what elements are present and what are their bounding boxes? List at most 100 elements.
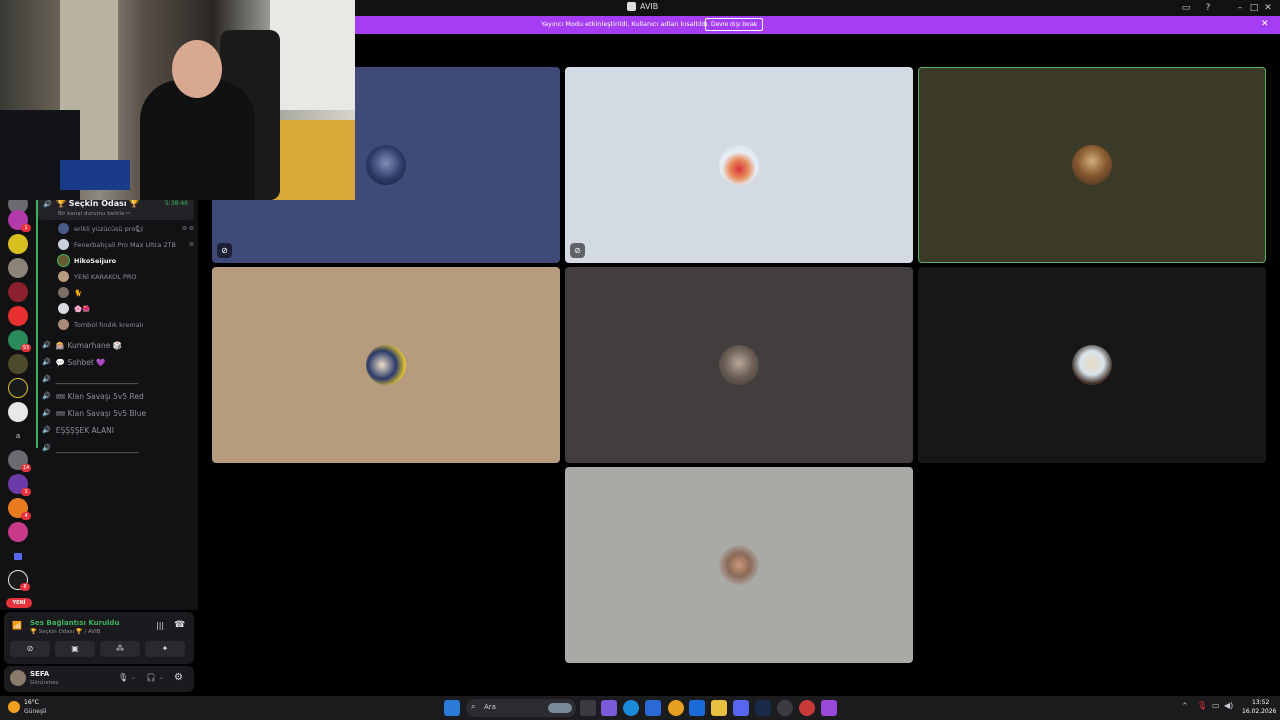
store-icon[interactable] (645, 700, 661, 716)
new-badge[interactable]: YENİ (6, 598, 32, 608)
chrome-icon[interactable] (668, 700, 684, 716)
server-icon[interactable]: 1 (8, 210, 31, 232)
folder-icon[interactable] (8, 546, 28, 566)
unread-badge: 1 (21, 224, 31, 232)
chevron-down-icon[interactable]: ⌄ (131, 674, 136, 681)
unread-badge: 93 (21, 344, 31, 352)
voice-member[interactable]: YENİ KARAKOL PRO (58, 270, 194, 283)
voice-channel-name: ______________________ (55, 374, 139, 384)
participant-tile[interactable] (565, 467, 913, 663)
avatar[interactable] (10, 670, 26, 686)
disconnect-icon[interactable]: ☎ (174, 620, 185, 630)
chevron-up-icon[interactable]: ^ (1182, 702, 1188, 710)
member-name: Fenerbahçeli Pro Max Ultra 2TB (74, 240, 176, 249)
voice-member[interactable]: 🐈 (58, 286, 194, 299)
steam-icon[interactable] (755, 700, 771, 716)
close-window-button[interactable]: ✕ (1262, 2, 1274, 14)
muted-mic-icon: ⊘ (188, 241, 194, 248)
voice-channel[interactable]: 🔊 🎟 Klan Savaşı 5v5 Red (42, 389, 192, 403)
settings-gear-icon[interactable]: ⚙ (174, 672, 183, 683)
network-icon[interactable]: ▭ (1212, 701, 1220, 710)
voice-member[interactable]: erikli yüzücüsü pro🐿 ⊘ ⊘ (58, 222, 194, 235)
help-icon[interactable]: ? (1202, 2, 1214, 14)
user-name[interactable]: SEFA (30, 670, 49, 678)
app-icon[interactable] (799, 700, 815, 716)
user-status: Görünmez (30, 680, 59, 686)
server-icon[interactable]: a (8, 426, 28, 446)
app-title: AVIB (627, 2, 658, 11)
server-icon[interactable]: 8 (8, 570, 30, 591)
edge-browser-icon[interactable] (623, 700, 639, 716)
noise-suppression-icon[interactable]: ||| (156, 621, 164, 630)
voice-channel[interactable]: 🔊 🎰 Kumarhane 🎲 (42, 338, 192, 352)
webcam-person-body (140, 80, 255, 200)
unread-badge: 3 (21, 488, 31, 496)
server-icon[interactable] (8, 234, 28, 254)
task-view-icon[interactable] (580, 700, 596, 716)
disable-streamer-mode-button[interactable]: Devre dışı bırak (705, 18, 763, 31)
minimize-button[interactable]: – (1234, 2, 1246, 14)
participant-tile[interactable]: ⊘ (565, 67, 913, 263)
unread-badge: 14 (21, 464, 31, 472)
voice-member[interactable]: Fenerbahçeli Pro Max Ultra 2TB ⊘ (58, 238, 194, 251)
camera-off-button[interactable]: ⊘ (10, 641, 50, 657)
voice-channel-path[interactable]: 🏆 Seçkin Odası 🏆 / AVIB (30, 629, 101, 635)
server-icon[interactable] (8, 306, 28, 326)
taskbar-search[interactable]: ⌕ Ara (466, 699, 576, 717)
folder-glyph-icon (14, 553, 22, 560)
banner-close-icon[interactable]: ✕ (1261, 19, 1269, 29)
voice-channel-name: ______________________ (55, 443, 139, 453)
voice-status[interactable]: Ses Bağlantısı Kuruldu (30, 619, 119, 627)
copilot-icon[interactable] (601, 700, 617, 716)
voice-channel[interactable]: 🔊 🎟 Klan Savaşı 5v5 Blue (42, 406, 192, 420)
outlook-icon[interactable] (689, 700, 705, 716)
headphones-icon[interactable]: 🎧 (146, 673, 156, 682)
weather-description[interactable]: Güneşli (24, 708, 46, 715)
server-icon[interactable] (8, 282, 28, 302)
channel-status[interactable]: Bir kanal durumu belirle ✏ (58, 211, 131, 217)
volume-icon[interactable]: ◀) (1224, 701, 1233, 710)
clock-time[interactable]: 13:52 (1252, 699, 1269, 706)
activities-button[interactable]: ⁂ (100, 641, 140, 657)
clock-date[interactable]: 16.02.2026 (1242, 708, 1276, 715)
avatar (58, 287, 69, 298)
participant-tile-speaking[interactable] (918, 67, 1266, 263)
windows-taskbar: 16°C Güneşli ⌕ Ara ^ 🎙 ▭ ◀) 13:52 16.02.… (0, 696, 1280, 720)
server-icon[interactable] (8, 402, 28, 422)
server-icon[interactable]: 3 (8, 474, 31, 496)
participant-tile[interactable] (212, 267, 560, 463)
microphone-icon[interactable]: 🎙 (118, 673, 128, 682)
start-button-icon[interactable] (444, 700, 460, 716)
server-icon[interactable]: 14 (8, 450, 31, 472)
server-icon[interactable] (8, 354, 28, 374)
microphone-in-use-icon[interactable]: 🎙 (1197, 701, 1207, 710)
voice-member-speaking[interactable]: HikoSeijuro (58, 254, 194, 267)
screen-share-button[interactable]: ▣ (55, 641, 95, 657)
voice-channel[interactable]: 🔊 ______________________ (42, 372, 192, 386)
voice-channel[interactable]: 🔊 💬 Sohbet 💜 (42, 355, 192, 369)
chevron-down-icon[interactable]: ⌄ (159, 674, 164, 681)
file-explorer-icon[interactable] (711, 700, 727, 716)
voice-channel[interactable]: 🔊 ______________________ (42, 441, 192, 455)
server-icon[interactable]: 4 (8, 498, 31, 520)
weather-sun-icon[interactable] (8, 701, 20, 713)
participant-tile[interactable] (918, 267, 1266, 463)
voice-channel[interactable]: 🔊 EŞŞŞŞEK ALANI (42, 423, 192, 437)
server-icon[interactable] (8, 522, 28, 542)
discord-icon[interactable] (733, 700, 749, 716)
webcam-keyboard (60, 160, 130, 190)
app-icon[interactable] (821, 700, 837, 716)
voice-member[interactable]: Tombol fındık kremalı (58, 318, 194, 331)
server-icon[interactable]: 93 (8, 330, 31, 352)
inbox-icon[interactable]: ▭ (1180, 2, 1192, 14)
voice-member[interactable]: 🌸🌺 (58, 302, 194, 315)
weather-temperature[interactable]: 16°C (24, 699, 39, 706)
app-icon[interactable] (777, 700, 793, 716)
discord-window: AVIB ▭ ? – □ ✕ Yayıncı Modu etkinleştiri… (0, 0, 1280, 720)
participant-tile[interactable] (565, 267, 913, 463)
server-icon[interactable] (8, 258, 28, 278)
soundboard-button[interactable]: ✦ (145, 641, 185, 657)
maximize-button[interactable]: □ (1248, 2, 1260, 14)
server-icon[interactable] (8, 378, 28, 398)
search-icon: ⌕ (471, 702, 476, 711)
